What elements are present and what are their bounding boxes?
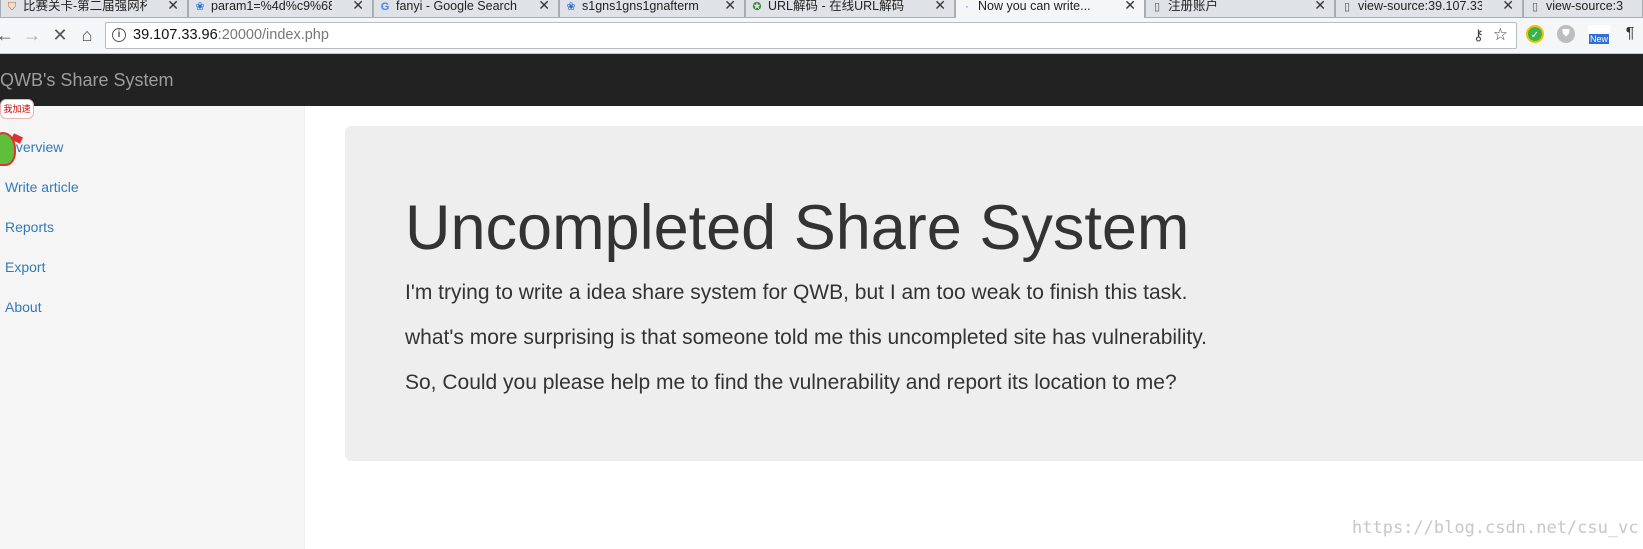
tab-label: view-source:39.107.33 (1358, 0, 1482, 13)
close-icon[interactable]: ✕ (1314, 0, 1326, 12)
jumbotron: Uncompleted Share System I'm trying to w… (345, 126, 1643, 461)
forward-arrow-icon[interactable]: → (21, 24, 43, 46)
close-icon[interactable]: ✕ (934, 0, 946, 12)
address-bar[interactable]: i 39.107.33.96:20000/index.php ⚷ ☆ (105, 22, 1517, 49)
close-icon[interactable]: ✕ (1502, 0, 1514, 12)
google-icon: G (380, 1, 390, 13)
document-icon: ▯ (1531, 1, 1539, 13)
key-icon[interactable]: ⚷ (1473, 26, 1484, 44)
top-navbar: QWB's Share System (0, 54, 1643, 106)
tab-label: view-source:3 (1546, 0, 1624, 13)
document-icon: ▯ (1343, 1, 1351, 13)
document-icon: ▯ (1153, 1, 1161, 13)
intro-paragraph-1: I'm trying to write a idea share system … (405, 281, 1188, 304)
sidebar (0, 106, 305, 549)
tab-6[interactable]: ▯ 注册账户 ✕ (1145, 0, 1335, 18)
page-title: Uncompleted Share System (405, 193, 1190, 263)
url-host: 39.107.33.96 (133, 27, 218, 43)
close-icon[interactable]: ✕ (538, 0, 550, 12)
url-path: :20000/index.php (217, 27, 329, 43)
paw-icon: ❀ (195, 1, 205, 13)
close-icon[interactable]: ✕ (352, 0, 364, 12)
sidebar-item-write-article[interactable]: Write article (5, 179, 79, 195)
sidebar-item-about[interactable]: About (5, 299, 42, 315)
globe-icon: ✪ (752, 1, 762, 13)
url-text[interactable]: 39.107.33.96:20000/index.php (133, 27, 329, 43)
tab-7[interactable]: ▯ view-source:39.107.33 ✕ (1335, 0, 1523, 18)
watermark: https://blog.csdn.net/csu_vc (1352, 518, 1639, 538)
tab-5-active[interactable]: · Now you can write... ✕ (955, 0, 1145, 18)
tab-strip: ⛉ 比赛关卡-第二届强网杯2 ✕ ❀ param1=%4d%c9%68% ✕ G… (0, 0, 1643, 18)
intro-paragraph-2: what's more surprising is that someone t… (405, 326, 1207, 349)
tab-label: fanyi - Google Search (396, 0, 517, 13)
stop-icon[interactable]: ✕ (49, 24, 71, 46)
tab-label: param1=%4d%c9%68% (211, 0, 332, 13)
shield-icon: ⛉ (7, 1, 17, 13)
close-icon[interactable]: ✕ (724, 0, 736, 12)
brand[interactable]: QWB's Share System (0, 70, 173, 91)
paw-icon: ❀ (566, 1, 576, 13)
tab-label: 注册账户 (1168, 0, 1219, 13)
360-icon[interactable]: ✓ (1526, 25, 1544, 43)
shield-ext-icon[interactable]: ⛊ (1557, 25, 1575, 43)
tab-label: s1gns1gns1gnafterm (582, 0, 699, 13)
star-icon[interactable]: ☆ (1493, 25, 1508, 45)
tab-0[interactable]: ⛉ 比赛关卡-第二届强网杯2 ✕ (0, 0, 188, 18)
tab-8[interactable]: ▯ view-source:3 (1523, 0, 1643, 18)
tab-4[interactable]: ✪ URL解码 - 在线URL解码 ✕ (745, 0, 955, 18)
new-badge: New (1588, 34, 1609, 44)
info-icon[interactable]: i (112, 28, 126, 42)
intro-paragraph-3: So, Could you please help me to find the… (405, 371, 1177, 394)
tab-label: 比赛关卡-第二届强网杯2 (23, 0, 147, 13)
sidebar-item-reports[interactable]: Reports (5, 219, 54, 235)
tab-2[interactable]: G fanyi - Google Search ✕ (373, 0, 559, 18)
sidebar-item-export[interactable]: Export (5, 259, 45, 275)
loading-icon: · (965, 1, 969, 13)
close-icon[interactable]: ✕ (1124, 0, 1136, 12)
home-icon[interactable]: ⌂ (76, 24, 98, 46)
tab-label: Now you can write... (978, 0, 1091, 13)
tab-label: URL解码 - 在线URL解码 (768, 0, 905, 13)
back-arrow-icon[interactable]: ← (0, 24, 16, 46)
paragraph-icon[interactable]: ¶ (1621, 25, 1639, 43)
accelerator-badge[interactable]: 我加速 (0, 99, 34, 119)
close-icon[interactable]: ✕ (167, 0, 179, 12)
new-ext-icon[interactable]: New (1588, 25, 1610, 44)
tab-3[interactable]: ❀ s1gns1gns1gnafterm ✕ (559, 0, 745, 18)
tab-1[interactable]: ❀ param1=%4d%c9%68% ✕ (188, 0, 373, 18)
browser-toolbar: ← → ✕ ⌂ i 39.107.33.96:20000/index.php ⚷… (0, 18, 1643, 54)
